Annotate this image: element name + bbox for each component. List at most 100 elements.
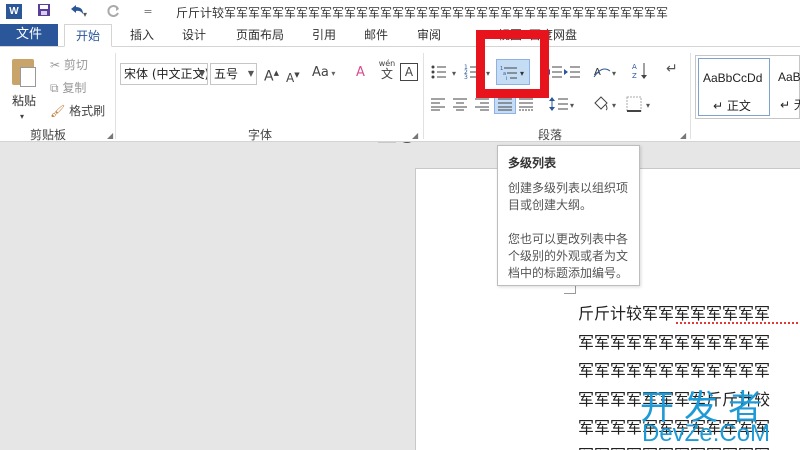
customize-toolbar-button[interactable]: = (140, 3, 156, 21)
shading-button[interactable]: ▾ (592, 95, 620, 117)
save-icon (38, 4, 50, 16)
grow-font-button[interactable]: A▲ (264, 65, 279, 85)
tooltip-description: 创建多级列表以组织项目或创建大纲。 (508, 181, 629, 212)
paragraph-group-label: 段落 (538, 128, 563, 142)
style-normal-name: ↵ 正文 (713, 99, 751, 113)
paste-icon (10, 57, 36, 87)
svg-text:▾: ▾ (452, 69, 456, 78)
style-normal-sample: AaBbCcDd (703, 71, 763, 85)
format-painter-label: 格式刷 (69, 104, 106, 118)
redo-icon (107, 5, 119, 17)
font-size-combo[interactable]: 五号 ▼ (210, 63, 257, 85)
paste-label: 粘贴 (12, 94, 37, 108)
watermark-bottom-text: DevZe.CoM (642, 420, 771, 447)
format-painter-button[interactable]: 🖌 格式刷 (50, 103, 105, 119)
tab-references[interactable]: 引用 (302, 24, 346, 47)
grow-font-icon: A (264, 68, 274, 85)
tab-home[interactable]: 开始 (64, 24, 112, 47)
pilcrow-icon: ↵ (666, 61, 678, 77)
tooltip-description: 您也可以更改列表中各个级别的外观或者为文档中的标题添加编号。 (508, 232, 629, 280)
ribbon-tabs: 文件 开始 插入 设计 页面布局 引用 邮件 审阅 视图 百度网盘 (0, 24, 800, 47)
change-case-button[interactable]: Aa ▾ (312, 65, 335, 82)
document-line: 军军军军军军军军军军军军 (578, 333, 771, 352)
increase-indent-icon (564, 66, 580, 78)
shrink-font-button[interactable]: A▼ (286, 67, 300, 86)
copy-icon: ⧉ (50, 81, 59, 95)
title-bar: W ▾ = 斤斤计较军军军军军军军军军军军军军军军军军军军军军军军军军军军军军军… (0, 0, 800, 24)
cut-label: 剪切 (63, 58, 88, 72)
line-spacing-button[interactable]: ▾ (548, 95, 578, 117)
phonetic-guide-icon: 文 (380, 67, 393, 81)
borders-icon: ▾ (626, 96, 650, 112)
tab-file[interactable]: 文件 (0, 24, 58, 46)
svg-text:▾: ▾ (646, 101, 650, 110)
align-right-button[interactable] (474, 97, 490, 115)
tab-design[interactable]: 设计 (172, 24, 216, 47)
eraser-icon: A (356, 65, 365, 80)
show-hide-marks-button[interactable]: ↵ (666, 61, 678, 77)
chinese-layout-button[interactable]: A ▾ (592, 63, 620, 85)
character-border-icon: A (404, 65, 414, 79)
increase-indent-button[interactable] (564, 65, 580, 83)
font-name-value: 宋体 (中文正文) (124, 67, 208, 81)
style-normal[interactable]: AaBbCcDd ↵ 正文 (698, 58, 770, 116)
cut-button[interactable]: ✂ 剪切 (50, 57, 88, 73)
align-right-icon (475, 98, 489, 111)
document-title: 斤斤计较军军军军军军军军军军军军军军军军军军军军军军军军军军军军军军军军军军军军… (176, 6, 669, 20)
paragraph-launcher-icon[interactable]: ◢ (680, 131, 686, 140)
clipboard-launcher-icon[interactable]: ◢ (107, 131, 113, 140)
tab-insert[interactable]: 插入 (120, 24, 164, 47)
borders-button[interactable]: ▾ (626, 95, 656, 117)
styles-gallery: AaBbCcDd ↵ 正文 AaBb ↵ 无 (695, 55, 800, 119)
distributed-button[interactable] (518, 97, 534, 115)
paintbrush-icon: 🖌 (50, 104, 66, 118)
phonetic-guide-button[interactable]: wén 文 (378, 59, 396, 81)
font-name-combo[interactable]: 宋体 (中文正文) ▼ (120, 63, 208, 85)
chevron-down-icon: ▼ (198, 69, 205, 78)
align-left-icon (431, 98, 445, 111)
paste-dropdown-icon: ▾ (20, 112, 25, 121)
clear-formatting-button[interactable]: A (356, 65, 365, 81)
tab-mailings[interactable]: 邮件 (354, 24, 398, 47)
distributed-icon (519, 98, 533, 111)
group-divider (690, 53, 691, 139)
style-no-spacing[interactable]: AaBb ↵ 无 (774, 58, 800, 116)
tab-page-layout[interactable]: 页面布局 (226, 24, 294, 47)
scissors-icon: ✂ (50, 58, 61, 72)
clipboard-group-label: 剪贴板 (30, 128, 67, 142)
copy-button[interactable]: ⧉ 复制 (50, 80, 86, 96)
bullets-button[interactable]: ▾ (430, 63, 462, 85)
font-group-label: 字体 (248, 128, 273, 142)
shrink-font-icon: A (286, 71, 295, 85)
character-border-button[interactable]: A (400, 63, 418, 81)
paint-bucket-icon: ▾ (593, 96, 616, 113)
svg-text:A: A (632, 63, 637, 71)
chinese-layout-icon: A ▾ (593, 67, 616, 78)
copy-label: 复制 (62, 81, 87, 95)
sort-icon: AZ (632, 63, 647, 80)
svg-text:▾: ▾ (612, 101, 616, 110)
group-divider (423, 53, 424, 139)
save-button[interactable] (34, 3, 54, 21)
ribbon: 粘贴 ▾ ✂ 剪切 ⧉ 复制 🖌 格式刷 剪贴板 ◢ 宋体 (中文正文) ▼ 五… (0, 46, 800, 160)
justify-icon (498, 98, 512, 111)
svg-text:3: 3 (464, 74, 468, 81)
undo-button[interactable]: ▾ (64, 3, 90, 21)
tab-review[interactable]: 审阅 (406, 24, 452, 47)
group-divider (115, 53, 116, 139)
redo-button[interactable] (104, 3, 124, 21)
word-logo-icon: W (6, 4, 22, 19)
svg-text:▾: ▾ (570, 101, 574, 110)
align-center-button[interactable] (452, 97, 468, 115)
bullets-icon: ▾ (431, 65, 456, 79)
chevron-down-icon: ▼ (247, 69, 254, 78)
change-case-icon: Aa (312, 65, 329, 80)
document-line: 斤斤计较军军军军军军军军 (578, 304, 771, 323)
font-launcher-icon[interactable]: ◢ (412, 131, 418, 140)
multilevel-list-tooltip: 多级列表 创建多级列表以组织项目或创建大纲。 您也可以更改列表中各个级别的外观或… (497, 145, 640, 286)
align-center-icon (453, 98, 467, 111)
align-left-button[interactable] (430, 97, 446, 115)
highlight-annotation-box (476, 30, 549, 98)
site-watermark: 开发者 DevZe.CoM (640, 380, 800, 450)
sort-button[interactable]: AZ (632, 61, 648, 85)
